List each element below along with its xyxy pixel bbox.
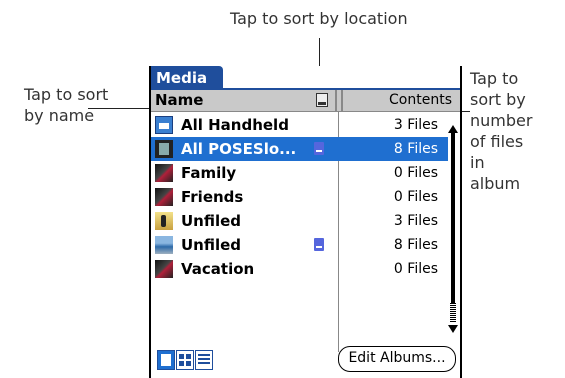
title-bar: Media (151, 66, 460, 90)
album-name: All POSESlo... (181, 140, 297, 158)
thumbnail-view-icon[interactable] (176, 350, 194, 370)
media-screen: Media Name Contents All Handheld 3 Files… (149, 66, 462, 378)
album-count: 0 Files (393, 165, 438, 181)
callout-left-line: Tap to sort (24, 85, 109, 104)
card-icon (314, 238, 324, 251)
film-icon (155, 140, 173, 158)
card-icon (314, 142, 324, 155)
album-count: 3 Files (393, 117, 438, 133)
scroll-down-arrow-icon[interactable] (448, 325, 458, 333)
list-view-icon[interactable] (195, 350, 213, 370)
album-name: Friends (181, 188, 244, 206)
album-name: Vacation (181, 260, 255, 278)
album-count: 0 Files (393, 261, 438, 277)
dark-thumb-icon (155, 188, 173, 206)
album-count: 8 Files (393, 141, 438, 157)
album-count: 0 Files (393, 189, 438, 205)
dark-thumb-icon (155, 260, 173, 278)
list-scrollbar[interactable] (448, 113, 458, 338)
callout-right-line: album (470, 174, 521, 193)
callout-right-line: Tap to (470, 69, 519, 88)
scroll-thumb[interactable] (450, 303, 456, 323)
album-row[interactable]: Friends 0 Files (151, 185, 448, 209)
callout-sort-by-count: Tap to sort by number of files in album (470, 68, 532, 194)
photo-icon (155, 116, 173, 134)
column-divider (335, 90, 337, 111)
album-name: Unfiled (181, 236, 242, 254)
card-icon[interactable] (316, 93, 328, 107)
album-row[interactable]: Unfiled 8 Files (151, 233, 448, 257)
sort-by-contents-header[interactable]: Contents (389, 90, 452, 111)
sea-thumb-icon (155, 236, 173, 254)
leader-line-name (88, 108, 150, 109)
callout-sort-by-name: Tap to sort by name (24, 84, 108, 126)
album-row[interactable]: All Handheld 3 Files (151, 113, 448, 137)
callout-right-line: in (470, 153, 485, 172)
column-header: Name Contents (151, 90, 460, 112)
edit-albums-button[interactable]: Edit Albums... (338, 346, 456, 372)
app-title-tab[interactable]: Media (151, 66, 223, 90)
single-view-icon[interactable] (157, 350, 175, 370)
album-name: All Handheld (181, 116, 289, 134)
album-row[interactable]: All POSESlo... 8 Files (151, 137, 448, 161)
callout-right-line: number (470, 111, 533, 130)
column-divider (341, 90, 343, 111)
scroll-track[interactable] (451, 133, 455, 305)
album-name: Family (181, 164, 237, 182)
sort-by-name-header[interactable]: Name (155, 90, 203, 111)
scroll-up-arrow-icon[interactable] (448, 125, 458, 133)
album-row[interactable]: Vacation 0 Files (151, 257, 448, 281)
callout-right-line: of files (470, 132, 524, 151)
album-count: 3 Files (393, 213, 438, 229)
album-row[interactable]: Family 0 Files (151, 161, 448, 185)
album-row[interactable]: Unfiled 3 Files (151, 209, 448, 233)
album-name: Unfiled (181, 212, 242, 230)
album-count: 8 Files (393, 237, 438, 253)
callout-sort-by-location: Tap to sort by location (230, 9, 408, 28)
album-list: All Handheld 3 Files All POSESlo... 8 Fi… (151, 113, 448, 281)
dark-thumb-icon (155, 164, 173, 182)
person-thumb-icon (155, 212, 173, 230)
callout-right-line: sort by (470, 90, 526, 109)
